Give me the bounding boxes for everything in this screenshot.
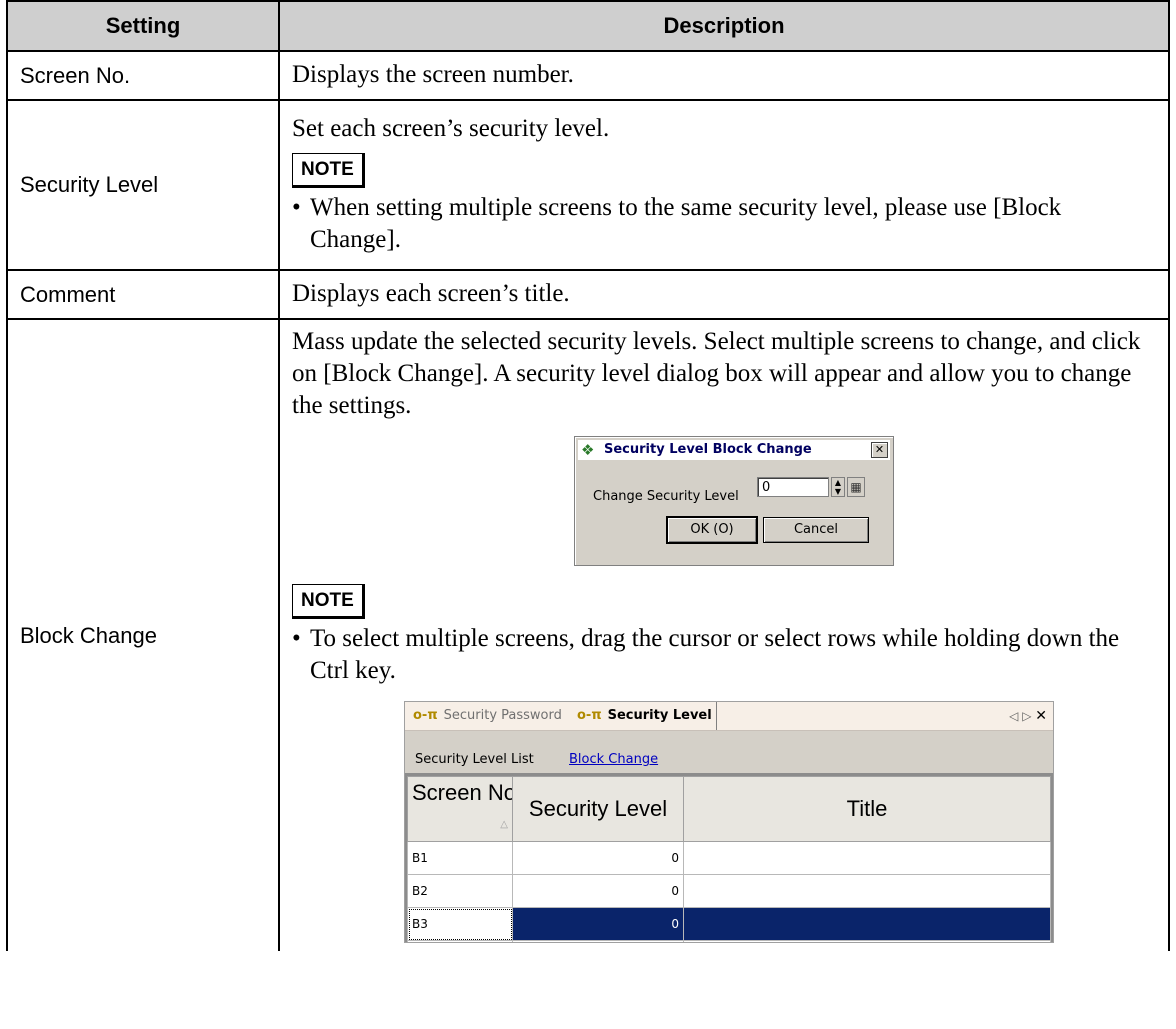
tab-label: Security Password <box>443 708 562 723</box>
block-change-dialog: ❖ Security Level Block Change ✕ Change S… <box>574 436 894 566</box>
cell-title[interactable] <box>683 841 1051 875</box>
tab-label: Security Level <box>607 708 712 723</box>
cell-title[interactable] <box>683 940 1051 942</box>
security-level-panel: o-π Security Password o-π Security Level ◁… <box>404 701 1054 943</box>
setting-name: Block Change <box>6 318 280 951</box>
key-icon: o-π <box>413 708 438 723</box>
table-row: Block Change Mass update the selected se… <box>6 318 1170 951</box>
bullet-dot-icon: • <box>292 193 301 221</box>
setting-description: Mass update the selected security levels… <box>292 328 1141 419</box>
note-bullet: • When setting multiple screens to the s… <box>292 192 1154 256</box>
close-icon[interactable]: ✕ <box>1035 708 1047 724</box>
setting-description: Displays each screen’s title. <box>278 269 1170 320</box>
note-text: When setting multiple screens to the sam… <box>310 193 1062 253</box>
table-row[interactable]: B1 0 <box>407 841 1051 875</box>
note-label: NOTE <box>292 584 365 619</box>
grid-header-row: Screen No. △ Security Level Title <box>407 776 1051 842</box>
tab-left-icon[interactable]: ◁ <box>1009 709 1018 723</box>
column-header-title[interactable]: Title <box>683 776 1051 842</box>
tab-right-icon[interactable]: ▷ <box>1022 709 1031 723</box>
cell-title[interactable] <box>683 874 1051 908</box>
sort-icon: △ <box>500 819 508 830</box>
cell-screen[interactable]: B3 <box>407 907 513 941</box>
cell-screen[interactable]: B4 <box>407 940 513 942</box>
note-label: NOTE <box>292 152 365 188</box>
header-description: Description <box>278 0 1170 52</box>
bullet-dot-icon: • <box>292 625 301 652</box>
dialog-title-bar: ❖ Security Level Block Change ✕ <box>578 440 890 460</box>
block-change-link[interactable]: Block Change <box>569 744 658 776</box>
settings-table: Setting Description Screen No. Displays … <box>6 0 1170 951</box>
column-header-screen[interactable]: Screen No. △ <box>407 776 513 842</box>
cell-level[interactable]: 0 <box>512 841 684 875</box>
setting-description: Set each screen’s security level. <box>292 114 610 142</box>
close-icon[interactable]: ✕ <box>871 442 888 458</box>
setting-description: Displays the screen number. <box>278 50 1170 101</box>
cell-title[interactable] <box>683 907 1051 941</box>
security-level-input[interactable]: 0 <box>757 477 829 497</box>
setting-name: Comment <box>6 269 280 320</box>
keypad-icon[interactable]: ▦ <box>847 477 865 497</box>
ok-button[interactable]: OK (O) <box>666 516 758 544</box>
table-row[interactable]: B4 0 <box>407 940 1051 942</box>
note-bullet: • To select multiple screens, drag the c… <box>292 623 1154 687</box>
table-header-row: Setting Description <box>6 0 1170 52</box>
tab-nav: ◁ ▷ ✕ <box>1009 702 1047 730</box>
security-level-grid: Screen No. △ Security Level Title B1 0 B2… <box>407 776 1051 942</box>
tab-security-password[interactable]: o-π Security Password <box>413 702 562 730</box>
tab-security-level[interactable]: o-π Security Level <box>577 702 717 730</box>
header-setting: Setting <box>6 0 280 52</box>
note-text: To select multiple screens, drag the cur… <box>310 625 1120 684</box>
setting-description-cell: Mass update the selected security levels… <box>278 318 1170 951</box>
table-row[interactable]: B3 0 <box>407 907 1051 941</box>
column-header-level[interactable]: Security Level <box>512 776 684 842</box>
list-label: Security Level List <box>415 752 534 767</box>
table-row: Screen No. Displays the screen number. <box>6 50 1170 101</box>
change-level-label: Change Security Level <box>593 489 739 504</box>
list-toolbar: Security Level List Block Change <box>405 731 1053 773</box>
tab-bar: o-π Security Password o-π Security Level ◁… <box>405 702 1053 731</box>
spin-icon[interactable]: ▲ ▼ <box>831 477 845 497</box>
cell-level[interactable]: 0 <box>512 907 684 941</box>
key-icon: o-π <box>577 708 602 723</box>
cell-level[interactable]: 0 <box>512 874 684 908</box>
dialog-title: Security Level Block Change <box>604 442 812 457</box>
table-row[interactable]: B2 0 <box>407 874 1051 908</box>
setting-name: Security Level <box>6 99 280 271</box>
cell-screen[interactable]: B2 <box>407 874 513 908</box>
cell-level[interactable]: 0 <box>512 940 684 942</box>
table-row: Security Level Set each screen’s securit… <box>6 99 1170 271</box>
cell-screen[interactable]: B1 <box>407 841 513 875</box>
table-row: Comment Displays each screen’s title. <box>6 269 1170 320</box>
setting-description-cell: Set each screen’s security level. NOTE •… <box>278 99 1170 271</box>
setting-name: Screen No. <box>6 50 280 101</box>
cancel-button[interactable]: Cancel <box>763 517 869 543</box>
dialog-app-icon: ❖ <box>581 441 595 459</box>
